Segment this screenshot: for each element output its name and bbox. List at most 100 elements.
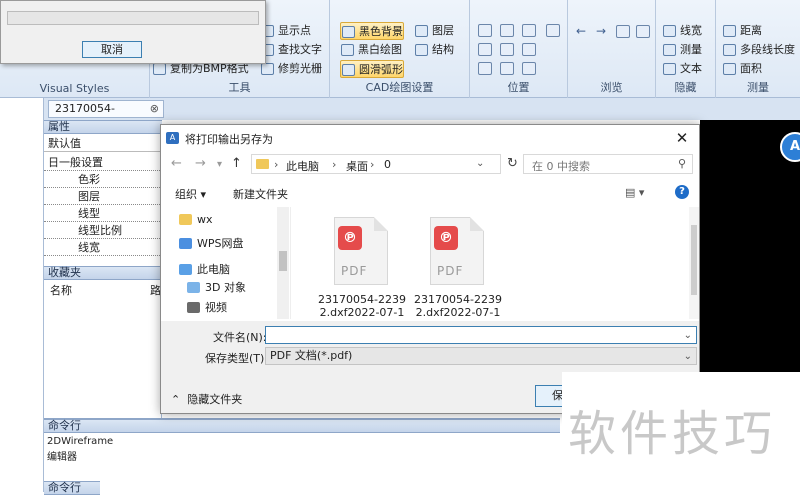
folder-icon [256, 159, 269, 169]
video-icon [187, 302, 200, 313]
layers-button[interactable]: 图层 [414, 22, 454, 40]
forward-icon[interactable]: → [195, 156, 206, 171]
text-button[interactable]: 文本 [662, 60, 702, 78]
file-name: 23170054-2239 2.dxf2022-07-1 [318, 293, 406, 319]
search-input[interactable]: 在 0 中搜索 ⚲ [523, 154, 693, 174]
distance-button[interactable]: 距离 [722, 22, 762, 40]
close-icon[interactable]: ✕ [673, 129, 691, 147]
pdf-badge-icon: ℗ [338, 226, 362, 250]
black-background-button[interactable]: 黑色背景 [340, 22, 404, 40]
filetype-label: 保存类型(T): [205, 352, 269, 365]
search-icon[interactable]: ⚲ [678, 157, 686, 170]
tab-close-icon[interactable]: ⊗ [150, 101, 159, 117]
new-folder-button[interactable]: 新建文件夹 [233, 186, 288, 202]
chevron-right-icon: › [332, 158, 337, 171]
measure-hide-button[interactable]: 测量 [662, 41, 702, 59]
rotate-icon[interactable] [478, 62, 492, 75]
navigation-tree: wx WPS网盘 此电脑 3D 对象 视频 [161, 207, 291, 319]
trim-raster-button[interactable]: 修剪光栅 [260, 60, 322, 78]
zoom-out-icon[interactable] [522, 43, 536, 56]
dialog-titlebar: A 将打印输出另存为 ✕ [161, 125, 699, 151]
zoom-window-icon[interactable] [500, 24, 514, 37]
filename-input[interactable]: ⌄ [265, 326, 697, 344]
address-bar[interactable]: › 此电脑 › 桌面 › 0 ⌄ [251, 154, 501, 174]
file-list-scroll-thumb[interactable] [691, 225, 697, 295]
file-item[interactable]: ℗ PDF 23170054-2239 2.dxf2022-07-1 [408, 213, 502, 319]
fit-icon[interactable] [478, 43, 492, 56]
tree-item-wx[interactable]: wx [179, 211, 213, 228]
chevron-down-icon[interactable]: ⌄ [684, 349, 692, 365]
save-form: 文件名(N): ⌄ 保存类型(T): PDF 文档(*.pdf) ⌄ [161, 321, 699, 367]
show-points-button[interactable]: 显示点 [260, 22, 311, 40]
command-footer-tab[interactable]: 命令行 [44, 481, 100, 495]
left-strip [0, 98, 44, 492]
linewidth-button[interactable]: 线宽 [662, 22, 702, 40]
watermark: 软件技巧 [562, 372, 800, 492]
breadcrumb-item[interactable]: 桌面 [346, 158, 368, 174]
general-settings-row[interactable]: 日一般设置 [44, 154, 162, 171]
computer-icon [179, 264, 192, 275]
folder-icon [179, 214, 192, 225]
pan-icon[interactable] [478, 24, 492, 37]
polyline-icon [723, 44, 736, 56]
extents-icon[interactable] [500, 43, 514, 56]
back-arrow-icon[interactable]: ← [576, 24, 586, 38]
area-button[interactable]: 面积 [722, 60, 762, 78]
tree-item-wps[interactable]: WPS网盘 [179, 235, 244, 252]
breadcrumb-item[interactable]: 此电脑 [286, 158, 319, 174]
browse-title: 浏览 [600, 81, 623, 94]
file-list-scrollbar[interactable] [689, 207, 699, 319]
dialog-title: 将打印输出另存为 [185, 133, 273, 146]
cancel-button[interactable]: 取消 [82, 41, 142, 58]
document-tab[interactable]: 23170054-22392.jpg ⊗ [48, 100, 164, 131]
refresh-icon[interactable]: ↻ [507, 156, 518, 171]
distance-icon [723, 25, 736, 37]
tree-item-this-pc[interactable]: 此电脑 [179, 261, 230, 278]
zoom-in-icon[interactable] [522, 24, 536, 37]
organize-button[interactable]: 组织 ▾ [175, 186, 206, 202]
export-icon[interactable] [636, 25, 650, 38]
breadcrumb-item[interactable]: 0 [384, 158, 391, 171]
file-item[interactable]: ℗ PDF 23170054-2239 2.dxf2022-07-1 [312, 213, 406, 319]
hand-icon[interactable] [546, 24, 560, 37]
navigation-row: ← → ▾ ↑ › 此电脑 › 桌面 › 0 ⌄ ↻ 在 0 中搜索 ⚲ [161, 151, 699, 177]
property-row[interactable]: 线型 [44, 205, 162, 222]
filetype-select[interactable]: PDF 文档(*.pdf) ⌄ [265, 347, 697, 365]
find-text-button[interactable]: 查找文字 [260, 41, 322, 59]
chevron-down-icon[interactable]: ⌄ [684, 328, 692, 344]
property-row[interactable]: 线宽 [44, 239, 162, 256]
area-icon [723, 63, 736, 75]
forward-arrow-icon[interactable]: → [596, 24, 606, 38]
progress-dialog: 取消 [0, 0, 266, 64]
hide-title: 隐藏 [674, 81, 697, 94]
property-row[interactable]: 色彩 [44, 171, 162, 188]
help-icon[interactable]: ? [675, 185, 689, 199]
chevron-down-icon[interactable]: ⌄ [476, 158, 484, 169]
property-row[interactable]: 图层 [44, 188, 162, 205]
position-group: 位置 [470, 0, 568, 98]
chevron-right-icon: › [274, 158, 279, 171]
edit-icon[interactable] [616, 25, 630, 38]
search-placeholder: 在 0 中搜索 [532, 160, 590, 173]
zoom-icon[interactable] [522, 62, 536, 75]
view-options-icon[interactable]: ▤ ▾ [625, 186, 644, 199]
bw-draw-button[interactable]: 黑白绘图 [340, 41, 402, 59]
up-icon[interactable]: ↑ [231, 156, 242, 171]
trim-icon [261, 63, 274, 75]
zoom-prev-icon[interactable] [500, 62, 514, 75]
tree-item-video[interactable]: 视频 [187, 299, 227, 316]
hide-folders-toggle[interactable]: ⌃ 隐藏文件夹 [171, 391, 242, 407]
smooth-arc-button[interactable]: 圆滑弧形 [340, 60, 404, 78]
tree-item-3d[interactable]: 3D 对象 [187, 279, 246, 296]
chevron-up-icon: ⌃ [171, 393, 181, 406]
measure-icon [663, 44, 676, 56]
polyline-length-button[interactable]: 多段线长度 [722, 41, 795, 59]
tree-scroll-thumb[interactable] [279, 251, 287, 271]
file-name: 23170054-2239 2.dxf2022-07-1 [414, 293, 502, 319]
back-icon[interactable]: ← [171, 156, 182, 171]
structure-button[interactable]: 结构 [414, 41, 454, 59]
property-row[interactable]: 线型比例 [44, 222, 162, 239]
cube-icon [187, 282, 200, 293]
recent-dropdown-icon[interactable]: ▾ [217, 159, 222, 170]
tree-scrollbar[interactable] [277, 207, 289, 319]
